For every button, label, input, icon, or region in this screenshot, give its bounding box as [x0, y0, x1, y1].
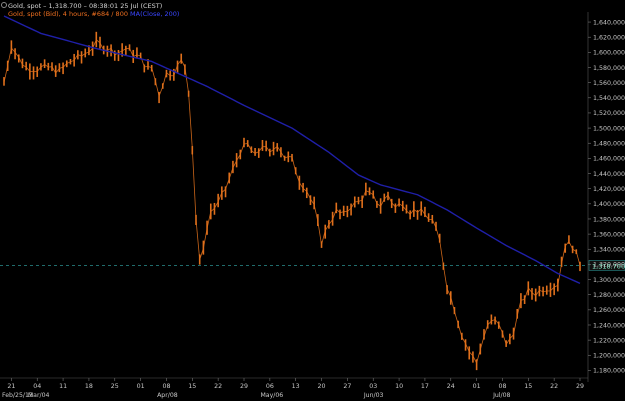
- y-tick-label: 1,400,000: [593, 201, 625, 208]
- x-tick-label: 01: [473, 383, 481, 390]
- y-tick-label: 1,320,000: [593, 262, 625, 269]
- x-tick-label: 08: [162, 383, 170, 390]
- x-tick-label: 24: [447, 383, 455, 390]
- y-tick-label: 1,420,000: [593, 186, 625, 193]
- x-month-label: Jul/08: [492, 392, 510, 399]
- price-chart[interactable]: 1,318.700 1,640,000 1,620,000 1,600,000 1,5…: [0, 0, 625, 401]
- x-axis: 21 04 11 18 25 01 08 15 22 29 06 13 20 27 03 10 17 24 01 08…: [0, 377, 588, 399]
- x-tick-label: 11: [59, 383, 67, 390]
- ma-layer: [3, 15, 581, 284]
- y-tick-label: 1,500,000: [593, 125, 625, 132]
- x-tick-label: 22: [214, 383, 222, 390]
- x-tick-label: 25: [111, 383, 119, 390]
- y-tick-label: 1,480,000: [593, 141, 625, 148]
- x-month-label: May/06: [260, 392, 283, 399]
- y-tick-label: 1,460,000: [593, 156, 625, 163]
- x-month-label: Mar/04: [28, 392, 50, 399]
- y-tick-label: 1,640,000: [593, 19, 625, 26]
- y-tick-label: 1,380,000: [593, 216, 625, 223]
- x-tick-label: 18: [85, 383, 93, 390]
- y-tick-label: 1,240,000: [593, 322, 625, 329]
- x-month-label: Jun/03: [363, 392, 384, 399]
- y-tick-label: 1,200,000: [593, 353, 625, 360]
- y-tick-label: 1,520,000: [593, 110, 625, 117]
- x-tick-label: 03: [369, 383, 377, 390]
- chart-frame: Gold, spot – 1,318.700 – 08:38:01 25 Jul…: [0, 0, 625, 401]
- x-tick-label: 15: [188, 383, 196, 390]
- x-tick-label: 15: [524, 383, 532, 390]
- y-tick-label: 1,560,000: [593, 80, 625, 87]
- y-tick-label: 1,360,000: [593, 231, 625, 238]
- x-month-label: Apr/08: [157, 392, 178, 399]
- price-layer: [3, 31, 581, 371]
- x-tick-label: 08: [498, 383, 506, 390]
- y-tick-label: 1,260,000: [593, 307, 625, 314]
- x-tick-label: 20: [318, 383, 326, 390]
- x-tick-label: 13: [292, 383, 300, 390]
- y-tick-label: 1,540,000: [593, 95, 625, 102]
- y-tick-label: 1,300,000: [593, 277, 625, 284]
- x-tick-label: 21: [7, 383, 15, 390]
- x-tick-label: 01: [137, 383, 145, 390]
- x-tick-label: 29: [240, 383, 248, 390]
- y-axis: 1,640,000 1,620,000 1,600,000 1,580,000 1,56…: [587, 12, 625, 382]
- price-series-line: [3, 39, 581, 365]
- ma-series-line: [3, 15, 581, 284]
- x-tick-label: 04: [33, 383, 41, 390]
- x-tick-label: 22: [550, 383, 558, 390]
- x-tick-label: 27: [343, 383, 351, 390]
- current-price-line-layer: 1,318.700: [0, 260, 625, 271]
- y-tick-label: 1,600,000: [593, 50, 625, 57]
- y-tick-label: 1,340,000: [593, 247, 625, 254]
- y-tick-label: 1,280,000: [593, 292, 625, 299]
- y-tick-label: 1,440,000: [593, 171, 625, 178]
- y-tick-label: 1,180,000: [593, 368, 625, 375]
- y-tick-label: 1,220,000: [593, 337, 625, 344]
- y-tick-label: 1,620,000: [593, 35, 625, 42]
- x-tick-label: 17: [421, 383, 429, 390]
- x-tick-label: 06: [266, 383, 274, 390]
- x-tick-label: 29: [576, 383, 584, 390]
- x-tick-label: 10: [395, 383, 403, 390]
- y-tick-label: 1,580,000: [593, 65, 625, 72]
